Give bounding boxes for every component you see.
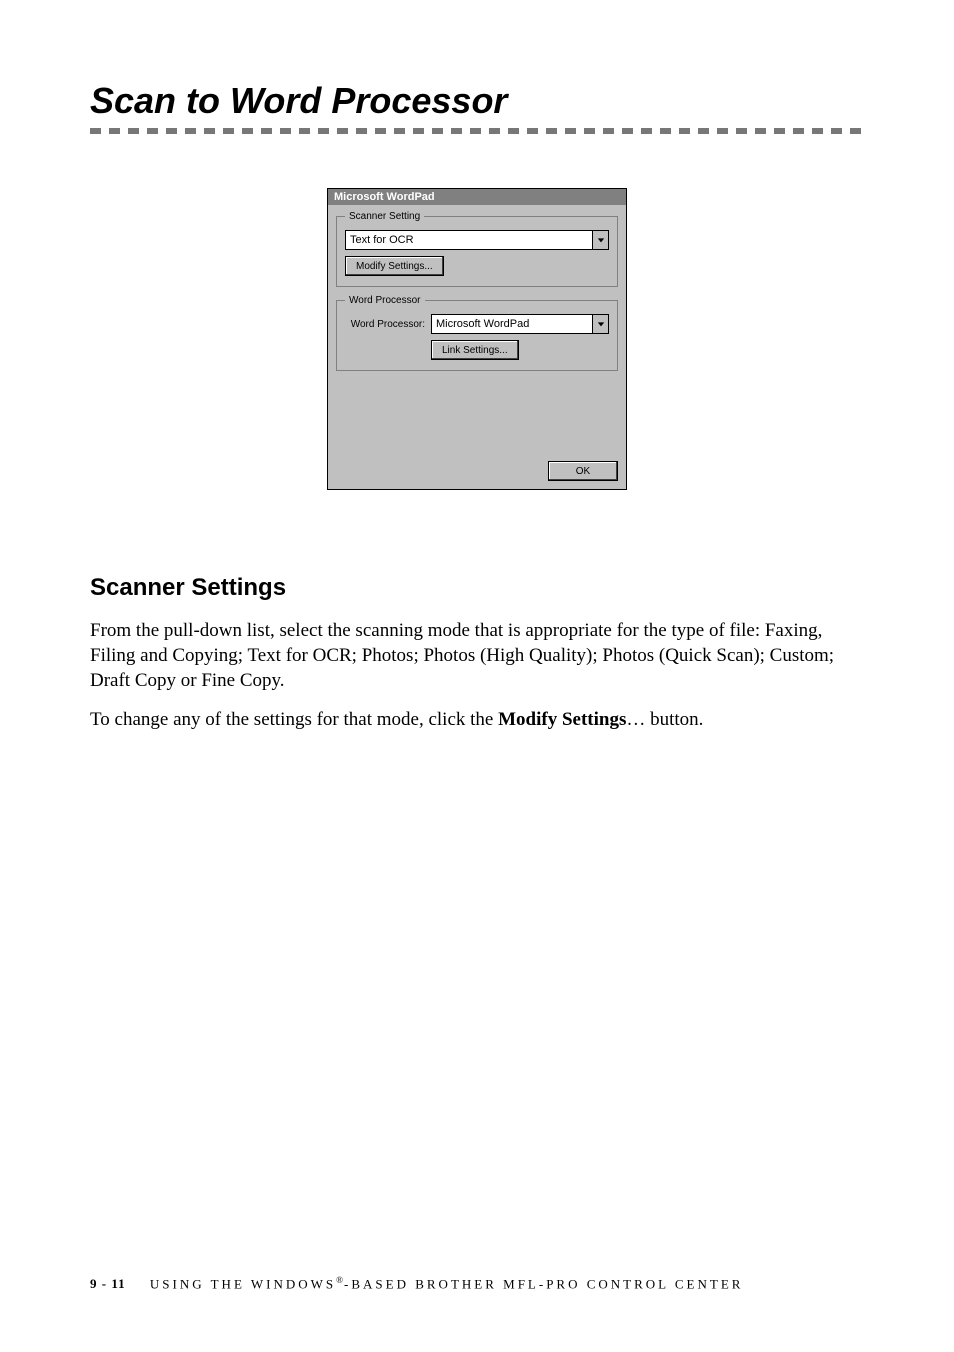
para2-bold: Modify Settings [498, 709, 626, 730]
ok-button[interactable]: OK [548, 461, 618, 481]
word-processor-legend: Word Processor [345, 295, 425, 306]
para2-post: … button. [626, 709, 703, 730]
dialog-titlebar: Microsoft WordPad [328, 189, 626, 205]
title-underline [90, 128, 864, 142]
footer-text-pre: USING THE WINDOWS [150, 1276, 336, 1291]
settings-dialog: Microsoft WordPad Scanner Setting Text f… [327, 188, 627, 490]
scan-mode-value: Text for OCR [350, 234, 414, 246]
scanner-setting-group: Scanner Setting Text for OCR Modify Sett… [336, 211, 618, 287]
page-number: 9 - 11 [90, 1276, 126, 1291]
footer-text-post: -BASED BROTHER MFL-PRO CONTROL CENTER [344, 1276, 743, 1291]
word-processor-select[interactable]: Microsoft WordPad [431, 314, 609, 334]
paragraph-2: To change any of the settings for that m… [90, 707, 864, 732]
page-footer: 9 - 11 USING THE WINDOWS®-BASED BROTHER … [90, 1275, 743, 1292]
chevron-down-icon[interactable] [592, 231, 608, 249]
word-processor-label: Word Processor: [345, 319, 425, 330]
chevron-down-icon[interactable] [592, 315, 608, 333]
word-processor-group: Word Processor Word Processor: Microsoft… [336, 295, 618, 371]
page-title: Scan to Word Processor [90, 80, 864, 122]
paragraph-1: From the pull-down list, select the scan… [90, 618, 864, 693]
registered-mark: ® [336, 1275, 344, 1285]
link-settings-button[interactable]: Link Settings... [431, 340, 519, 360]
scan-mode-select[interactable]: Text for OCR [345, 230, 609, 250]
para2-pre: To change any of the settings for that m… [90, 709, 498, 730]
scanner-setting-legend: Scanner Setting [345, 211, 424, 222]
section-heading-scanner-settings: Scanner Settings [90, 574, 864, 602]
modify-settings-button[interactable]: Modify Settings... [345, 256, 444, 276]
word-processor-value: Microsoft WordPad [436, 318, 529, 330]
